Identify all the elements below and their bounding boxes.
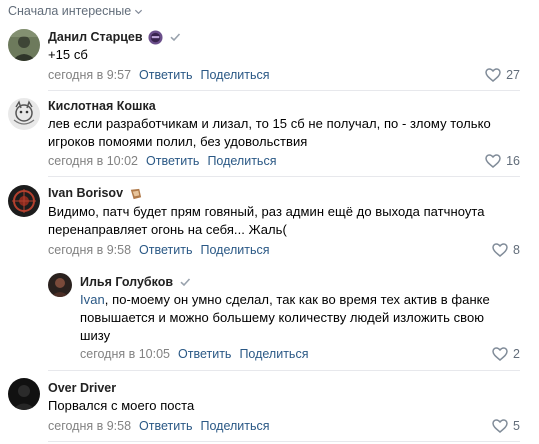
author-name[interactable]: Кислотная Кошка xyxy=(48,99,156,113)
comment-time[interactable]: сегодня в 9:58 xyxy=(48,243,131,257)
divider xyxy=(48,441,520,442)
share-button[interactable]: Поделиться xyxy=(200,68,269,82)
heart-icon xyxy=(492,419,508,433)
avatar[interactable] xyxy=(8,185,40,217)
avatar[interactable] xyxy=(8,98,40,130)
verified-check-icon xyxy=(170,33,180,42)
comment-time[interactable]: сегодня в 9:58 xyxy=(48,419,131,433)
reply-button[interactable]: Ответить xyxy=(146,154,199,168)
share-button[interactable]: Поделиться xyxy=(239,347,308,361)
like-count: 8 xyxy=(513,243,520,257)
reply-button[interactable]: Ответить xyxy=(139,243,192,257)
verified-check-icon xyxy=(180,278,191,287)
emoji-badge-icon xyxy=(148,29,163,45)
like-button[interactable]: 8 xyxy=(492,242,520,258)
reply-button[interactable]: Ответить xyxy=(178,347,231,361)
avatar[interactable] xyxy=(8,378,40,410)
comment-time[interactable]: сегодня в 9:57 xyxy=(48,68,131,82)
chevron-down-icon xyxy=(135,9,143,14)
comment-text: Порвался с моего поста xyxy=(48,398,195,413)
like-count: 5 xyxy=(513,419,520,433)
like-button[interactable]: 27 xyxy=(485,67,520,83)
share-button[interactable]: Поделиться xyxy=(207,154,276,168)
like-count: 2 xyxy=(513,347,520,361)
comment-meta: сегодня в 10:05 Ответить Поделиться xyxy=(80,346,308,362)
coffee-badge-icon xyxy=(130,188,142,199)
divider xyxy=(48,176,520,177)
like-count: 16 xyxy=(506,154,520,168)
reply-button[interactable]: Ответить xyxy=(139,419,192,433)
reply-button[interactable]: Ответить xyxy=(139,68,192,82)
comment-time[interactable]: сегодня в 10:05 xyxy=(80,347,170,361)
mention-link[interactable]: Ivan xyxy=(80,292,105,307)
author-name[interactable]: Данил Старцев xyxy=(48,30,143,44)
author-name[interactable]: Ivan Borisov xyxy=(48,186,123,200)
comment-text: лев если разработчикам и лизал, то 15 сб… xyxy=(48,116,491,149)
like-button[interactable]: 2 xyxy=(492,346,520,362)
divider xyxy=(48,90,520,91)
avatar[interactable] xyxy=(8,29,40,61)
comment-meta: сегодня в 10:02 Ответить Поделиться xyxy=(48,153,276,169)
comment-text: +15 сб xyxy=(48,47,88,62)
sort-dropdown[interactable]: Сначала интересные xyxy=(8,2,143,20)
comment-meta: сегодня в 9:57 Ответить Поделиться xyxy=(48,67,270,83)
heart-icon xyxy=(492,243,508,257)
author-name[interactable]: Илья Голубков xyxy=(80,275,173,289)
comment-body: , по-моему он умно сделал, так как во вр… xyxy=(80,292,490,343)
share-button[interactable]: Поделиться xyxy=(200,419,269,433)
comment-text: Ivan, по-моему он умно сделал, так как в… xyxy=(80,291,500,345)
like-button[interactable]: 16 xyxy=(485,153,520,169)
comment-meta: сегодня в 9:58 Ответить Поделиться xyxy=(48,242,270,258)
heart-icon xyxy=(485,68,501,82)
heart-icon xyxy=(492,347,508,361)
sort-label: Сначала интересные xyxy=(8,4,132,18)
comment-meta: сегодня в 9:58 Ответить Поделиться xyxy=(48,418,270,434)
like-button[interactable]: 5 xyxy=(492,418,520,434)
heart-icon xyxy=(485,154,501,168)
divider xyxy=(48,370,520,371)
share-button[interactable]: Поделиться xyxy=(200,243,269,257)
like-count: 27 xyxy=(506,68,520,82)
avatar[interactable] xyxy=(48,273,72,297)
comment-time[interactable]: сегодня в 10:02 xyxy=(48,154,138,168)
comment-text: Видимо, патч будет прям говяный, раз адм… xyxy=(48,204,485,237)
author-name[interactable]: Over Driver xyxy=(48,381,116,395)
